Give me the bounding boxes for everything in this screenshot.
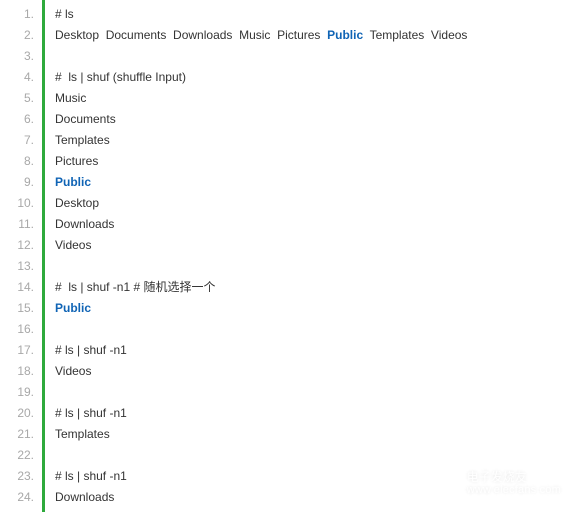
code-line: Downloads <box>55 214 569 235</box>
code-token: # ls | shuf -n1 # 随机选择一个 <box>55 280 216 294</box>
code-line: # ls <box>55 4 569 25</box>
line-number: 4. <box>0 67 34 88</box>
code-listing: 1.2.3.4.5.6.7.8.9.10.11.12.13.14.15.16.1… <box>0 0 569 512</box>
line-number: 19. <box>0 382 34 403</box>
line-number: 11. <box>0 214 34 235</box>
code-token: Music <box>55 91 86 105</box>
code-token: # ls | shuf -n1 <box>55 469 127 483</box>
code-token: # ls <box>55 7 74 21</box>
code-line: Templates <box>55 130 569 151</box>
code-line: # ls | shuf -n1 <box>55 403 569 424</box>
line-number: 21. <box>0 424 34 445</box>
code-line: Videos <box>55 235 569 256</box>
code-line: Documents <box>55 109 569 130</box>
watermark-text: 电子发烧友 www.elecfans.com <box>467 471 561 497</box>
code-token: Templates <box>55 427 110 441</box>
code-line: Templates <box>55 424 569 445</box>
code-line: # ls | shuf -n1 # 随机选择一个 <box>55 277 569 298</box>
line-number: 20. <box>0 403 34 424</box>
line-number: 7. <box>0 130 34 151</box>
watermark-url: www.elecfans.com <box>467 484 561 497</box>
line-number: 1. <box>0 4 34 25</box>
line-number-gutter: 1.2.3.4.5.6.7.8.9.10.11.12.13.14.15.16.1… <box>0 0 42 512</box>
line-number: 6. <box>0 109 34 130</box>
line-number: 8. <box>0 151 34 172</box>
line-number: 17. <box>0 340 34 361</box>
code-token: # ls | shuf -n1 <box>55 406 127 420</box>
line-number: 15. <box>0 298 34 319</box>
line-number: 16. <box>0 319 34 340</box>
code-token: Templates Videos <box>363 28 467 42</box>
code-token: Templates <box>55 133 110 147</box>
code-token: Pictures <box>55 154 98 168</box>
line-number: 22. <box>0 445 34 466</box>
code-token: Downloads <box>55 217 114 231</box>
line-number: 10. <box>0 193 34 214</box>
line-number: 23. <box>0 466 34 487</box>
code-line: Pictures <box>55 151 569 172</box>
line-number: 9. <box>0 172 34 193</box>
line-number: 3. <box>0 46 34 67</box>
highlighted-token: Public <box>55 301 91 315</box>
line-number: 14. <box>0 277 34 298</box>
code-line: # ls | shuf -n1 <box>55 340 569 361</box>
flame-icon <box>431 469 461 499</box>
line-number: 2. <box>0 25 34 46</box>
line-number: 13. <box>0 256 34 277</box>
watermark-title: 电子发烧友 <box>467 471 561 484</box>
code-line <box>55 319 569 340</box>
code-token: Videos <box>55 238 91 252</box>
code-line: Public <box>55 298 569 319</box>
code-line: Public <box>55 172 569 193</box>
code-line <box>55 382 569 403</box>
code-line <box>55 256 569 277</box>
watermark: 电子发烧友 www.elecfans.com <box>431 469 561 499</box>
code-token: # ls | shuf (shuffle Input) <box>55 70 186 84</box>
line-number: 5. <box>0 88 34 109</box>
code-line <box>55 46 569 67</box>
code-line: Desktop Documents Downloads Music Pictur… <box>55 25 569 46</box>
code-line: Music <box>55 88 569 109</box>
code-line: Desktop <box>55 193 569 214</box>
code-token: Desktop Documents Downloads Music Pictur… <box>55 28 327 42</box>
highlighted-token: Public <box>55 175 91 189</box>
code-line <box>55 445 569 466</box>
line-number: 24. <box>0 487 34 508</box>
line-number: 12. <box>0 235 34 256</box>
code-line: # ls | shuf (shuffle Input) <box>55 67 569 88</box>
code-token: # ls | shuf -n1 <box>55 343 127 357</box>
code-area: # ls Desktop Documents Downloads Music Pi… <box>42 0 569 512</box>
code-token: Videos <box>55 364 91 378</box>
line-number: 18. <box>0 361 34 382</box>
code-token: Desktop <box>55 196 99 210</box>
code-token: Downloads <box>55 490 114 504</box>
code-line: Videos <box>55 361 569 382</box>
highlighted-token: Public <box>327 28 363 42</box>
code-token: Documents <box>55 112 116 126</box>
